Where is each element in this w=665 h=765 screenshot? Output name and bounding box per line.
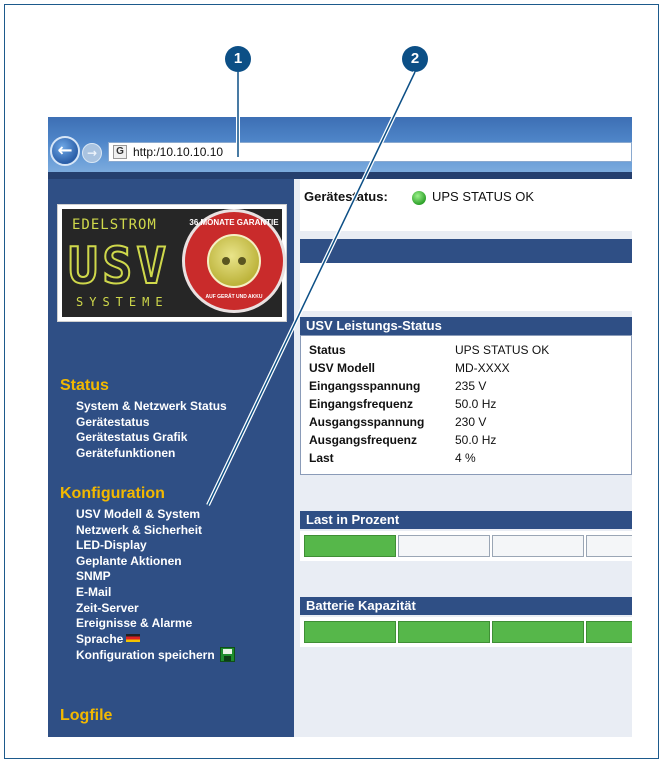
logo-usv: USV [67, 236, 171, 296]
bar-segment [586, 535, 632, 557]
load-percent-bar [300, 531, 632, 561]
logo-systeme: SYSTEME [76, 295, 169, 309]
row-key: Eingangsfrequenz [309, 397, 414, 411]
nav-item-save-label: Konfiguration speichern [76, 648, 215, 663]
row-key: Eingangsspannung [309, 379, 421, 393]
nav-item-language-label: Sprache [76, 631, 124, 646]
nav-item-system-network-status[interactable]: System & Netzwerk Status [76, 399, 227, 415]
row-value: 50.0 Hz [455, 433, 497, 447]
bar-segment [398, 535, 490, 557]
nav-item-language[interactable]: Sprache [76, 632, 235, 648]
url-text[interactable]: http:/10.10.10.10 [133, 145, 223, 159]
device-status-label: Gerätestatus: [304, 189, 388, 204]
logfile-section-title[interactable]: Logfile [60, 707, 112, 725]
address-bar[interactable]: G http:/10.10.10.10 [108, 142, 632, 162]
bar-segment [304, 621, 396, 643]
row-key: USV Modell [309, 361, 376, 375]
status-section-title: Status [60, 377, 109, 394]
row-key: Ausgangsspannung [309, 415, 425, 429]
bar-segment [304, 535, 396, 557]
main-content: Gerätestatus: UPS STATUS OK USV Leistung… [294, 179, 632, 737]
nav-item-device-status[interactable]: Gerätestatus [76, 415, 227, 431]
row-key: Last [309, 451, 334, 465]
callout-1: 1 [225, 46, 251, 72]
performance-status-table: Status UPS STATUS OK USV Modell MD-XXXX Ei… [300, 335, 632, 475]
callout-2: 2 [402, 46, 428, 72]
sidebar: EDELSTROM USV SYSTEME 36 MONATE GARANTIE… [48, 179, 294, 737]
nav-item-events-alarms[interactable]: Ereignisse & Alarme [76, 616, 235, 632]
german-flag-icon [126, 633, 141, 642]
forward-arrow-icon[interactable]: → [82, 143, 102, 163]
row-key: Ausgangsfrequenz [309, 433, 418, 447]
load-percent-title: Last in Prozent [300, 511, 632, 529]
site-favicon-icon: G [113, 145, 127, 159]
nav-item-device-status-graphic[interactable]: Gerätestatus Grafik [76, 430, 227, 446]
nav-item-led-display[interactable]: LED-Display [76, 538, 235, 554]
nav-item-network-security[interactable]: Netzwerk & Sicherheit [76, 523, 235, 539]
performance-status-title: USV Leistungs-Status [300, 317, 632, 335]
nav-item-email[interactable]: E-Mail [76, 585, 235, 601]
bar-segment [492, 621, 584, 643]
battery-capacity-bar [300, 617, 632, 647]
row-value: 4 % [455, 451, 476, 465]
row-value: 230 V [455, 415, 487, 429]
nav-item-snmp[interactable]: SNMP [76, 569, 235, 585]
bar-segment [586, 621, 632, 643]
battery-capacity-title: Batterie Kapazität [300, 597, 632, 615]
row-key: Status [309, 343, 346, 357]
config-nav: USV Modell & System Netzwerk & Sicherhei… [76, 507, 235, 663]
section-divider-bar [300, 239, 632, 263]
config-section-title: Konfiguration [60, 485, 165, 502]
status-ok-indicator-icon [412, 191, 426, 205]
browser-toolbar: ← → G http:/10.10.10.10 [48, 117, 632, 180]
row-value: 235 V [455, 379, 487, 393]
device-status-value: UPS STATUS OK [432, 189, 535, 204]
nav-item-device-functions[interactable]: Gerätefunktionen [76, 446, 227, 462]
bar-segment [492, 535, 584, 557]
badge-top-text: 36 MONATE GARANTIE [189, 218, 279, 227]
device-status-box: Gerätestatus: UPS STATUS OK [300, 179, 632, 231]
guarantee-badge: 36 MONATE GARANTIE AUF GERÄT UND AKKU [182, 209, 286, 313]
browser-screenshot: ← → G http:/10.10.10.10 EDELSTROM USV SY… [48, 117, 632, 737]
brand-logo: EDELSTROM USV SYSTEME 36 MONATE GARANTIE… [57, 204, 287, 322]
nav-item-model-system[interactable]: USV Modell & System [76, 507, 235, 523]
row-value: MD-XXXX [455, 361, 510, 375]
nav-item-time-server[interactable]: Zeit-Server [76, 601, 235, 617]
back-arrow-icon[interactable]: ← [50, 136, 80, 166]
badge-bottom-text: AUF GERÄT UND AKKU [205, 294, 263, 300]
blank-panel [300, 263, 632, 311]
row-value: UPS STATUS OK [455, 343, 550, 357]
status-nav: System & Netzwerk Status Gerätestatus Ge… [76, 399, 227, 461]
nav-item-scheduled-actions[interactable]: Geplante Aktionen [76, 554, 235, 570]
row-value: 50.0 Hz [455, 397, 497, 411]
floppy-disk-icon[interactable] [219, 647, 235, 663]
socket-icon [207, 234, 261, 288]
bar-segment [398, 621, 490, 643]
logo-brand: EDELSTROM [72, 217, 157, 233]
nav-item-save-config[interactable]: Konfiguration speichern [76, 647, 235, 663]
